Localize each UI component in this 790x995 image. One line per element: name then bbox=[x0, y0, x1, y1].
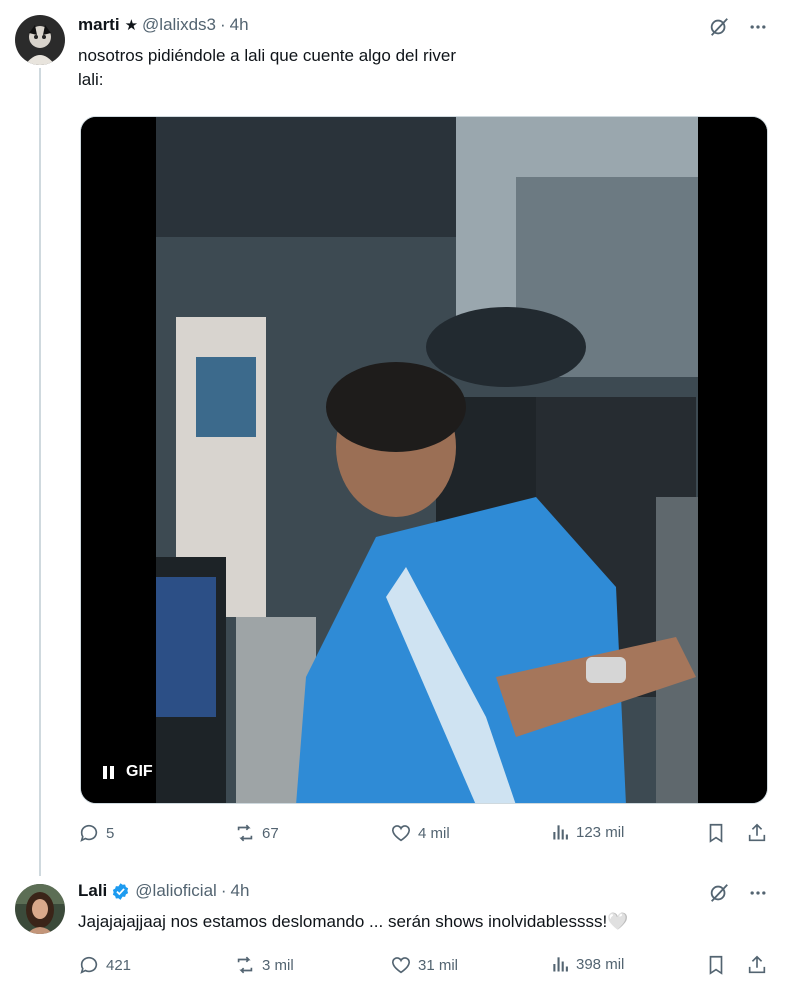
display-name[interactable]: Lali bbox=[78, 881, 107, 901]
gif-media[interactable]: GIF bbox=[80, 116, 768, 804]
username[interactable]: @lalixds3 bbox=[142, 15, 216, 35]
like-count: 31 mil bbox=[418, 956, 459, 974]
display-name[interactable]: marti bbox=[78, 15, 120, 35]
action-bar: 421 3 mil 31 mil 398 mil bbox=[78, 954, 768, 978]
like-count: 4 mil bbox=[418, 824, 450, 842]
views-count: 398 mil bbox=[576, 955, 625, 973]
avatar-image bbox=[15, 884, 65, 934]
views-button[interactable]: 123 mil bbox=[550, 822, 624, 842]
share-button[interactable] bbox=[746, 822, 768, 844]
tweet-text-line: nosotros pidiéndole a lali que cuente al… bbox=[78, 46, 457, 65]
avatar-image bbox=[15, 15, 65, 65]
views-count: 123 mil bbox=[576, 823, 625, 841]
more-icon[interactable] bbox=[748, 883, 768, 903]
username[interactable]: @lalioficial bbox=[135, 881, 217, 901]
share-button[interactable] bbox=[746, 954, 768, 976]
like-icon bbox=[391, 957, 411, 974]
share-icon bbox=[748, 955, 766, 974]
tweet-marti[interactable]: marti ★ @lalixds3 · 4h nosotros pidiéndo… bbox=[0, 0, 790, 870]
retweet-icon bbox=[237, 956, 253, 974]
timestamp[interactable]: 4h bbox=[230, 881, 249, 901]
gif-controls: GIF bbox=[103, 763, 153, 781]
tweet-top-actions bbox=[708, 16, 768, 38]
pause-icon[interactable] bbox=[103, 765, 114, 779]
tweet-header: Lali @lalioficial · 4h bbox=[78, 881, 249, 901]
avatar[interactable] bbox=[15, 884, 65, 934]
action-bar: 5 67 4 mil 123 mil bbox=[78, 822, 768, 846]
gif-frame bbox=[81, 117, 767, 803]
reply-count: 421 bbox=[106, 956, 132, 974]
more-icon[interactable] bbox=[748, 17, 768, 37]
reply-icon bbox=[80, 956, 98, 974]
like-button[interactable]: 4 mil bbox=[390, 822, 450, 844]
reply-button[interactable]: 421 bbox=[78, 954, 131, 976]
separator-dot: · bbox=[219, 15, 226, 34]
reply-count: 5 bbox=[106, 824, 115, 842]
grok-icon[interactable] bbox=[708, 16, 730, 38]
retweet-count: 3 mil bbox=[262, 956, 294, 974]
bookmark-icon bbox=[709, 823, 723, 843]
tweet-top-actions bbox=[708, 882, 768, 904]
views-button[interactable]: 398 mil bbox=[550, 954, 624, 974]
retweet-button[interactable]: 3 mil bbox=[234, 954, 294, 976]
verified-badge-icon bbox=[111, 882, 130, 901]
share-icon bbox=[748, 823, 766, 842]
bookmark-button[interactable] bbox=[705, 822, 727, 844]
tweet-text: Jajajajajjaaj nos estamos deslomando ...… bbox=[78, 912, 629, 931]
separator-dot: · bbox=[220, 881, 227, 900]
retweet-count: 67 bbox=[262, 824, 279, 842]
tweet-text: nosotros pidiéndole a lali que cuente al… bbox=[78, 44, 456, 92]
reply-button[interactable]: 5 bbox=[78, 822, 114, 844]
tweet-header: marti ★ @lalixds3 · 4h bbox=[78, 15, 249, 35]
gif-label: GIF bbox=[126, 763, 153, 780]
grok-icon[interactable] bbox=[708, 882, 730, 904]
like-icon bbox=[391, 825, 411, 842]
like-button[interactable]: 31 mil bbox=[390, 954, 458, 976]
retweet-icon bbox=[237, 824, 253, 842]
views-icon bbox=[553, 825, 568, 840]
star-icon: ★ bbox=[124, 17, 139, 34]
views-icon bbox=[553, 957, 568, 972]
bookmark-button[interactable] bbox=[705, 954, 727, 976]
tweet-text-line: lali: bbox=[78, 70, 104, 89]
timestamp[interactable]: 4h bbox=[230, 15, 249, 35]
avatar[interactable] bbox=[15, 15, 65, 65]
retweet-button[interactable]: 67 bbox=[234, 822, 279, 844]
bookmark-icon bbox=[709, 955, 723, 975]
tweet-lali[interactable]: Lali @lalioficial · 4h Jajajajajjaaj nos… bbox=[0, 870, 790, 995]
reply-icon bbox=[80, 824, 98, 842]
